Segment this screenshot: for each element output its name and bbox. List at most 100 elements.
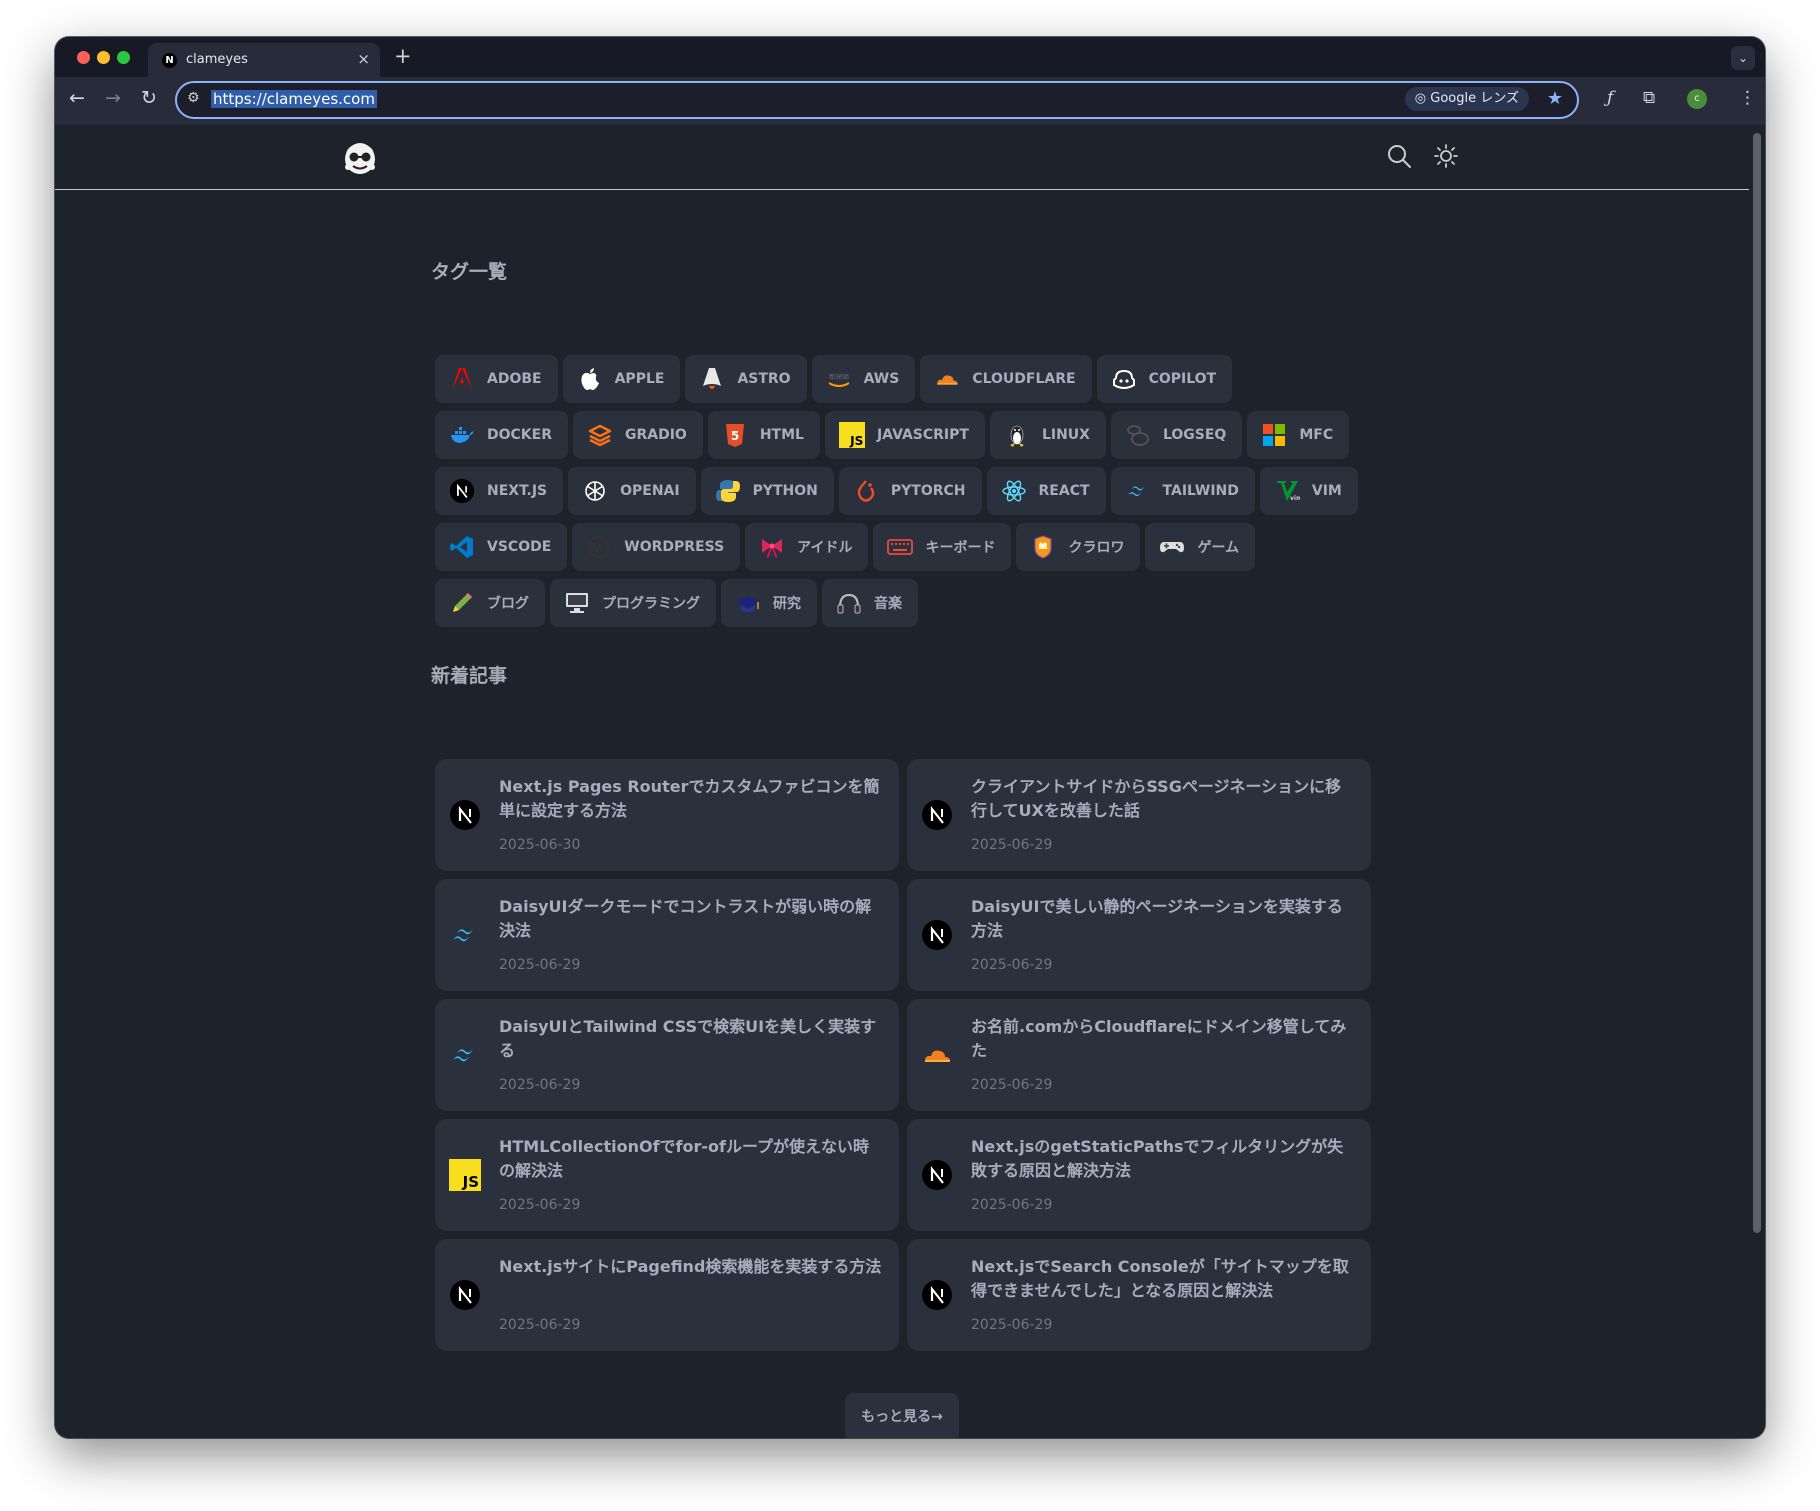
page-scrollbar[interactable] [1749, 125, 1765, 1438]
back-arrow-icon[interactable]: ← [69, 87, 85, 109]
nextjs-icon [921, 799, 953, 831]
url-text[interactable]: https://clameyes.com [211, 90, 377, 108]
tag-pytorch[interactable]: PYTORCH [838, 467, 982, 515]
article-title[interactable]: DaisyUIダークモードでコントラストが弱い時の解決法 [499, 895, 884, 943]
tag-label: REACT [1038, 483, 1090, 499]
tag-python[interactable]: PYTHON [700, 467, 834, 515]
tag-keyboard[interactable]: キーボード [873, 523, 1012, 571]
tab-search-chevron-icon[interactable]: ⌄ [1731, 46, 1755, 70]
tag-astro[interactable]: ASTRO [685, 355, 807, 403]
article-card[interactable]: DaisyUIダークモードでコントラストが弱い時の解決法 2025-06-29 [435, 879, 899, 991]
site-logo-icon[interactable] [340, 137, 380, 177]
tag-wordpress[interactable]: W WORDPRESS [572, 523, 741, 571]
nextjs-icon [449, 1279, 481, 1311]
tag-ribbon[interactable]: アイドル [745, 523, 869, 571]
article-title[interactable]: お名前.comからCloudflareにドメイン移管してみた [971, 1015, 1356, 1063]
tag-nextjs[interactable]: NEXT.JS [435, 467, 564, 515]
tag-clash-royale[interactable]: クラロワ [1016, 523, 1141, 571]
tag-vscode[interactable]: VSCODE [435, 523, 568, 571]
article-title[interactable]: DaisyUIで美しい静的ページネーションを実装する方法 [971, 895, 1356, 943]
tag-graduation-cap[interactable]: 研究 [721, 579, 817, 627]
maximize-window-button[interactable] [117, 51, 130, 64]
nextjs-favicon-icon: N [162, 53, 177, 68]
tag-gamepad[interactable]: ゲーム [1145, 523, 1256, 571]
tag-copilot[interactable]: COPILOT [1096, 355, 1233, 403]
article-card[interactable]: Next.jsのgetStaticPathsでフィルタリングが失敗する原因と解決… [907, 1119, 1371, 1231]
python-icon [715, 478, 741, 504]
new-tab-button[interactable]: + [394, 44, 412, 68]
google-lens-button[interactable]: ◎ Google レンズ [1404, 87, 1529, 111]
tag-react[interactable]: REACT [986, 467, 1106, 515]
tag-vim[interactable]: vim VIM [1259, 467, 1358, 515]
article-card[interactable]: クライアントサイドからSSGページネーションに移行してUXを改善した話 2025-… [907, 759, 1371, 871]
computer-icon [564, 590, 590, 616]
tag-javascript[interactable]: JS JAVASCRIPT [824, 411, 985, 459]
tag-microsoft[interactable]: MFC [1247, 411, 1350, 459]
svg-text:JS: JS [462, 1173, 479, 1191]
tag-list: ADOBE APPLE ASTRO aws AWS CLOUDFLARE COPILOT DO… [435, 355, 1375, 635]
address-bar[interactable]: ⚙ https://clameyes.com ◎ Google レンズ ★ [175, 81, 1579, 119]
scrollbar-thumb[interactable] [1753, 133, 1761, 1233]
tag-label: アイドル [797, 540, 853, 556]
sun-theme-toggle-icon[interactable] [1433, 143, 1459, 169]
tag-pencil[interactable]: ブログ [435, 579, 545, 627]
article-card[interactable]: DaisyUIで美しい静的ページネーションを実装する方法 2025-06-29 [907, 879, 1371, 991]
tag-label: DOCKER [487, 427, 552, 443]
tag-docker[interactable]: DOCKER [435, 411, 568, 459]
tag-label: AWS [863, 371, 900, 387]
article-card[interactable]: お名前.comからCloudflareにドメイン移管してみた 2025-06-29 [907, 999, 1371, 1111]
tag-adobe[interactable]: ADOBE [435, 355, 558, 403]
article-title[interactable]: Next.jsでSearch Consoleが「サイトマップを取得できませんでし… [971, 1255, 1356, 1303]
tag-label: APPLE [614, 371, 665, 387]
forward-arrow-icon[interactable]: → [105, 87, 121, 109]
tag-openai[interactable]: OPENAI [568, 467, 696, 515]
tag-aws[interactable]: aws AWS [811, 355, 916, 403]
tag-label: MFC [1299, 427, 1334, 443]
svg-text:W: W [592, 541, 607, 555]
tag-tailwind[interactable]: TAILWIND [1110, 467, 1255, 515]
tag-gradio[interactable]: GRADIO [573, 411, 703, 459]
article-card[interactable]: Next.jsでSearch Consoleが「サイトマップを取得できませんでし… [907, 1239, 1371, 1351]
article-title[interactable]: DaisyUIとTailwind CSSで検索UIを美しく実装する [499, 1015, 884, 1063]
article-card[interactable]: Next.js Pages Routerでカスタムファビコンを簡単に設定する方法… [435, 759, 899, 871]
tag-computer[interactable]: プログラミング [550, 579, 716, 627]
tag-headphones[interactable]: 音楽 [822, 579, 918, 627]
bookmark-star-icon[interactable]: ★ [1547, 88, 1563, 109]
article-title[interactable]: Next.jsのgetStaticPathsでフィルタリングが失敗する原因と解決… [971, 1135, 1356, 1183]
tag-label: HTML [759, 427, 804, 443]
cloudflare-icon [921, 1039, 953, 1071]
see-more-button[interactable]: もっと見る→ [845, 1393, 959, 1438]
tag-label: NEXT.JS [487, 483, 548, 499]
puzzle-extensions-icon[interactable]: ⧉ [1643, 88, 1655, 108]
nextjs-icon [921, 1279, 953, 1311]
tag-logseq[interactable]: LOGSEQ [1110, 411, 1243, 459]
article-card[interactable]: DaisyUIとTailwind CSSで検索UIを美しく実装する 2025-06… [435, 999, 899, 1111]
browser-tab[interactable]: N clameyes × [148, 43, 380, 77]
profile-avatar[interactable]: c [1687, 89, 1707, 109]
svg-text:5: 5 [731, 429, 739, 443]
tag-linux[interactable]: LINUX [989, 411, 1106, 459]
kebab-menu-icon[interactable]: ⋮ [1739, 88, 1756, 108]
search-icon[interactable] [1386, 143, 1412, 169]
tailwind-icon [1125, 478, 1151, 504]
article-date: 2025-06-29 [971, 1197, 1053, 1213]
close-tab-icon[interactable]: × [357, 50, 370, 68]
function-extension-icon[interactable]: ƒ [1607, 88, 1613, 108]
article-card[interactable]: JS HTMLCollectionOfでfor-ofループが使えない時の解決法 20… [435, 1119, 899, 1231]
minimize-window-button[interactable] [97, 51, 110, 64]
close-window-button[interactable] [77, 51, 90, 64]
article-title[interactable]: クライアントサイドからSSGページネーションに移行してUXを改善した話 [971, 775, 1356, 823]
article-date: 2025-06-29 [971, 1077, 1053, 1093]
article-title[interactable]: HTMLCollectionOfでfor-ofループが使えない時の解決法 [499, 1135, 884, 1183]
article-title[interactable]: Next.jsサイトにPagefind検索機能を実装する方法 [499, 1255, 884, 1279]
tag-html5[interactable]: 5 HTML [707, 411, 820, 459]
tag-cloudflare[interactable]: CLOUDFLARE [920, 355, 1092, 403]
ribbon-icon [759, 534, 785, 560]
article-card[interactable]: Next.jsサイトにPagefind検索機能を実装する方法 2025-06-29 [435, 1239, 899, 1351]
article-title[interactable]: Next.js Pages Routerでカスタムファビコンを簡単に設定する方法 [499, 775, 884, 823]
site-settings-icon[interactable]: ⚙ [187, 90, 200, 106]
reload-icon[interactable]: ↻ [141, 87, 157, 109]
html5-icon: 5 [722, 422, 748, 448]
tag-apple[interactable]: APPLE [562, 355, 681, 403]
article-date: 2025-06-30 [499, 837, 581, 853]
